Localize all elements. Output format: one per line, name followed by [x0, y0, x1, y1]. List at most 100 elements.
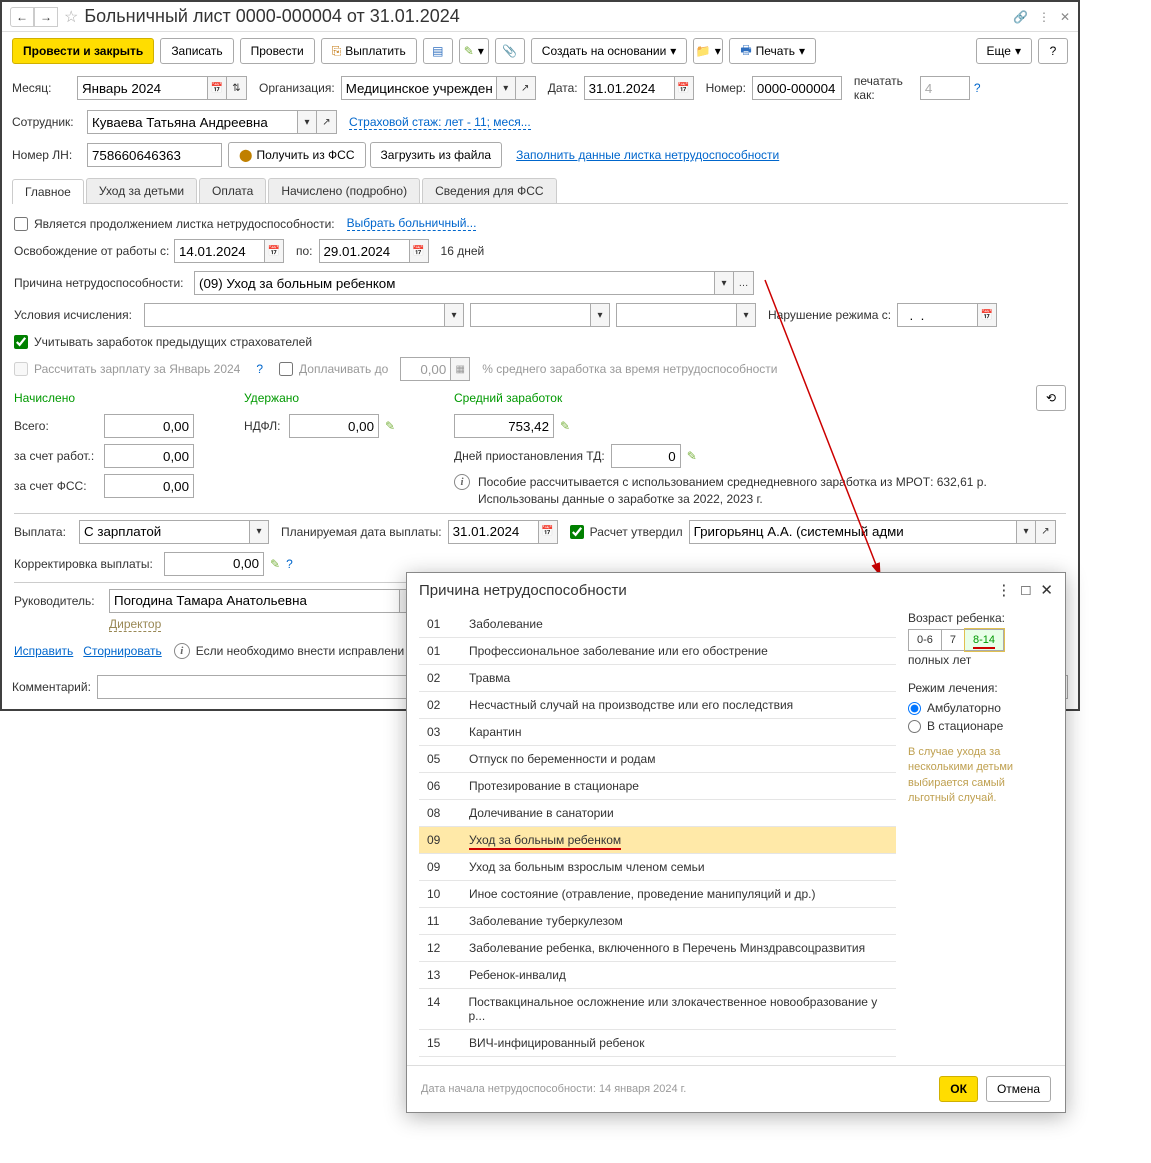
- tab-1[interactable]: Уход за детьми: [86, 178, 197, 203]
- pay-up-input[interactable]: [400, 357, 450, 381]
- maximize-icon[interactable]: □: [1021, 582, 1030, 599]
- more-button[interactable]: Еще ▾: [976, 38, 1032, 64]
- cond2-input[interactable]: [470, 303, 590, 327]
- correction-input[interactable]: [164, 552, 264, 576]
- help-icon[interactable]: ?: [974, 81, 981, 95]
- calendar-icon[interactable]: 📅: [409, 239, 429, 263]
- calc-icon[interactable]: ▦: [450, 357, 470, 381]
- calendar-icon[interactable]: 📅: [207, 76, 227, 100]
- get-fss-button[interactable]: ⬤ Получить из ФСС: [228, 142, 366, 168]
- pencil-icon[interactable]: ✎: [385, 419, 395, 433]
- mode-radio[interactable]: Амбулаторно: [908, 699, 1053, 717]
- cancel-button[interactable]: Отмена: [986, 1076, 1051, 1102]
- insurance-link[interactable]: Страховой стаж: лет - 11; меся...: [349, 115, 531, 130]
- dropdown-icon[interactable]: ▾: [590, 303, 610, 327]
- open-icon[interactable]: ↗: [516, 76, 536, 100]
- age-option[interactable]: 7: [942, 629, 965, 651]
- ok-button[interactable]: ОК: [939, 1076, 978, 1102]
- tab-0[interactable]: Главное: [12, 179, 84, 204]
- reason-row[interactable]: 05Отпуск по беременности и родам: [419, 746, 896, 773]
- reason-input[interactable]: [194, 271, 714, 295]
- pencil-icon[interactable]: ✎: [560, 419, 570, 433]
- month-input[interactable]: [77, 76, 207, 100]
- stepper-icon[interactable]: ⇅: [227, 76, 247, 100]
- age-option[interactable]: 8-14: [965, 629, 1004, 651]
- number-input[interactable]: [752, 76, 842, 100]
- payment-input[interactable]: [79, 520, 249, 544]
- menu-icon[interactable]: ⋮: [1038, 10, 1050, 24]
- open-icon[interactable]: ↗: [317, 110, 337, 134]
- refresh-button[interactable]: ⟲: [1036, 385, 1066, 411]
- calendar-icon[interactable]: 📅: [977, 303, 997, 327]
- print-button[interactable]: 🖶 Печать ▾: [729, 38, 816, 64]
- cond1-input[interactable]: [144, 303, 444, 327]
- reason-row[interactable]: 15ВИЧ-инфицированный ребенок: [419, 1030, 896, 1057]
- reason-row[interactable]: 02Травма: [419, 665, 896, 692]
- fix-link[interactable]: Исправить: [14, 644, 73, 658]
- manager-input[interactable]: [109, 589, 399, 613]
- continuation-checkbox[interactable]: [14, 217, 28, 231]
- tab-3[interactable]: Начислено (подробно): [268, 178, 420, 203]
- planned-input[interactable]: [448, 520, 538, 544]
- nav-back[interactable]: ←: [10, 7, 34, 27]
- ndfl-input[interactable]: [289, 414, 379, 438]
- reason-row[interactable]: 08Долечивание в санатории: [419, 800, 896, 827]
- close-icon[interactable]: ✕: [1040, 581, 1053, 599]
- post-close-button[interactable]: Провести и закрыть: [12, 38, 154, 64]
- close-icon[interactable]: ✕: [1060, 10, 1070, 24]
- dropdown-icon[interactable]: ▾: [1016, 520, 1036, 544]
- approved-checkbox[interactable]: [570, 525, 584, 539]
- reason-row[interactable]: 03Карантин: [419, 719, 896, 746]
- select-sick-link[interactable]: Выбрать больничный...: [347, 216, 477, 231]
- pay-up-checkbox[interactable]: [279, 362, 293, 376]
- reason-row[interactable]: 09Уход за больным ребенком: [419, 827, 896, 854]
- pay-button[interactable]: ⎘ Выплатить: [321, 38, 417, 64]
- attach-icon-button[interactable]: 📎: [495, 38, 525, 64]
- consider-prev-checkbox[interactable]: [14, 335, 28, 349]
- reverse-link[interactable]: Сторнировать: [83, 644, 161, 658]
- reason-row[interactable]: 02Несчастный случай на производстве или …: [419, 692, 896, 719]
- favorite-icon[interactable]: ☆: [64, 7, 78, 27]
- fill-data-link[interactable]: Заполнить данные листка нетрудоспособнос…: [516, 148, 779, 162]
- tab-4[interactable]: Сведения для ФСС: [422, 178, 556, 203]
- nav-fwd[interactable]: →: [34, 7, 58, 27]
- reason-row[interactable]: 11Заболевание туберкулезом: [419, 908, 896, 935]
- cond3-input[interactable]: [616, 303, 736, 327]
- approved-input[interactable]: [689, 520, 1016, 544]
- dropdown-icon[interactable]: ▾: [736, 303, 756, 327]
- age-option[interactable]: 0-6: [908, 629, 942, 651]
- reason-row[interactable]: 12Заболевание ребенка, включенного в Пер…: [419, 935, 896, 962]
- edit-icon-button[interactable]: ✎ ▾: [459, 38, 489, 64]
- reason-row[interactable]: 13Ребенок-инвалид: [419, 962, 896, 989]
- total-input[interactable]: [104, 414, 194, 438]
- calendar-icon[interactable]: 📅: [538, 520, 558, 544]
- date-from-input[interactable]: [174, 239, 264, 263]
- post-button[interactable]: Провести: [240, 38, 315, 64]
- suspend-input[interactable]: [611, 444, 681, 468]
- mode-radio[interactable]: В стационаре: [908, 717, 1053, 735]
- reason-row[interactable]: 06Протезирование в стационаре: [419, 773, 896, 800]
- avg-input[interactable]: [454, 414, 554, 438]
- reason-row[interactable]: 10Иное состояние (отравление, проведение…: [419, 881, 896, 908]
- printas-input[interactable]: [920, 76, 970, 100]
- tab-2[interactable]: Оплата: [199, 178, 266, 203]
- date-input[interactable]: [584, 76, 674, 100]
- folder-icon-button[interactable]: 📁 ▾: [693, 38, 723, 64]
- reason-row[interactable]: 01Профессиональное заболевание или его о…: [419, 638, 896, 665]
- date-to-input[interactable]: [319, 239, 409, 263]
- menu-icon[interactable]: ⋮: [996, 581, 1011, 599]
- select-icon[interactable]: …: [734, 271, 754, 295]
- violation-date-input[interactable]: [897, 303, 977, 327]
- dropdown-icon[interactable]: ▾: [714, 271, 734, 295]
- doc-icon-button[interactable]: ▤: [423, 38, 453, 64]
- fss-input[interactable]: [104, 474, 194, 498]
- calendar-icon[interactable]: 📅: [674, 76, 694, 100]
- dropdown-icon[interactable]: ▾: [496, 76, 516, 100]
- link-icon[interactable]: 🔗: [1013, 10, 1028, 24]
- org-input[interactable]: [341, 76, 496, 100]
- dropdown-icon[interactable]: ▾: [297, 110, 317, 134]
- pencil-icon[interactable]: ✎: [687, 449, 697, 463]
- ln-input[interactable]: [87, 143, 222, 167]
- reason-row[interactable]: 01Заболевание: [419, 611, 896, 638]
- director-link[interactable]: Директор: [109, 617, 161, 632]
